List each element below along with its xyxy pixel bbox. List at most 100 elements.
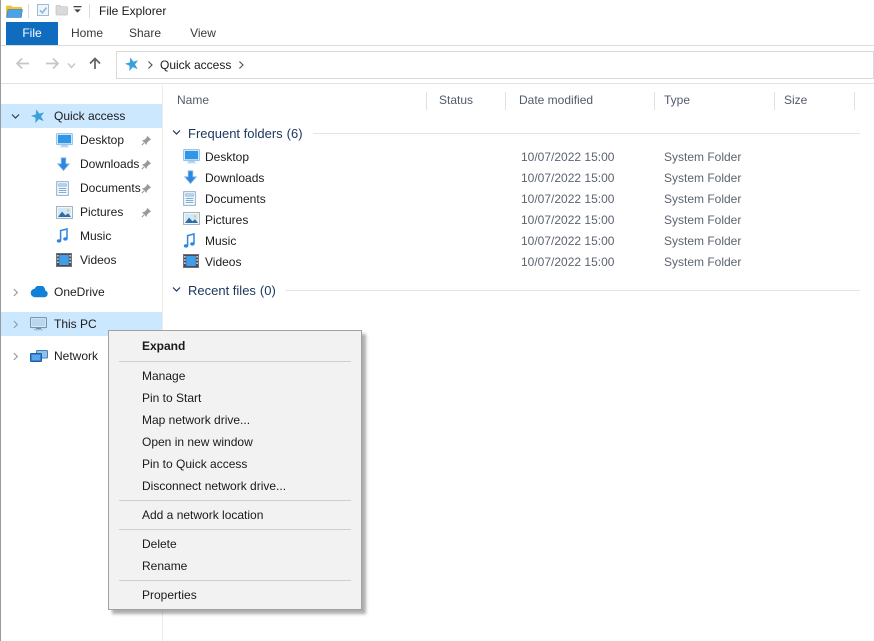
file-rows: Desktop10/07/2022 15:00System FolderDown…	[163, 147, 874, 273]
breadcrumb-quick-access[interactable]: Quick access	[160, 58, 231, 72]
menu-item-open-in-new-window[interactable]: Open in new window	[109, 431, 361, 453]
forward-arrow-icon	[44, 56, 61, 74]
onedrive-icon	[30, 286, 49, 298]
sidebar-item-music[interactable]: Music	[1, 224, 162, 248]
column-separator[interactable]	[505, 92, 506, 110]
chevron-right-icon[interactable]	[8, 351, 22, 362]
sidebar-item-documents[interactable]: Documents	[1, 176, 162, 200]
pin-icon	[141, 135, 152, 146]
back-button[interactable]	[13, 56, 31, 74]
group-header-frequent-folders[interactable]: Frequent folders (6)	[163, 124, 874, 142]
context-menu: Expand ManagePin to StartMap network driv…	[108, 330, 362, 610]
navigation-bar: Quick access	[1, 47, 874, 84]
tab-home[interactable]: Home	[58, 22, 116, 45]
sidebar-item-label: OneDrive	[54, 285, 105, 299]
file-row-downloads[interactable]: Downloads10/07/2022 15:00System Folder	[163, 168, 874, 189]
pin-icon	[141, 183, 152, 194]
file-name: Desktop	[205, 150, 249, 164]
titlebar-separator	[28, 4, 29, 18]
sidebar-item-pictures[interactable]: Pictures	[1, 200, 162, 224]
forward-button[interactable]	[43, 56, 61, 74]
menu-item-expand[interactable]: Expand	[109, 334, 361, 358]
column-separator[interactable]	[774, 92, 775, 110]
menu-item-rename[interactable]: Rename	[109, 555, 361, 577]
pin-icon	[141, 159, 152, 170]
sidebar-item-desktop[interactable]: Desktop	[1, 128, 162, 152]
column-header-name[interactable]: Name	[177, 93, 209, 107]
file-row-desktop[interactable]: Desktop10/07/2022 15:00System Folder	[163, 147, 874, 168]
sidebar-item-onedrive[interactable]: OneDrive	[1, 280, 162, 304]
file-row-videos[interactable]: Videos10/07/2022 15:00System Folder	[163, 252, 874, 273]
column-header-type[interactable]: Type	[664, 93, 690, 107]
tab-view[interactable]: View	[174, 22, 232, 45]
file-name: Pictures	[205, 213, 248, 227]
sidebar-item-videos[interactable]: Videos	[1, 248, 162, 272]
file-type: System Folder	[664, 213, 741, 227]
menu-separator	[119, 529, 351, 530]
customize-quick-access-toolbar-button[interactable]	[70, 2, 84, 20]
menu-item-add-a-network-location[interactable]: Add a network location	[109, 504, 361, 526]
menu-item-delete[interactable]: Delete	[109, 533, 361, 555]
new-folder-button[interactable]	[52, 2, 70, 20]
column-header-row: Name Status Date modified Type Size	[163, 90, 874, 112]
group-label: Recent files	[188, 283, 256, 298]
ribbon-tab-bar: File Home Share View	[1, 22, 874, 46]
tab-file[interactable]: File	[6, 22, 58, 45]
chevron-right-icon[interactable]	[8, 287, 22, 298]
file-row-music[interactable]: Music10/07/2022 15:00System Folder	[163, 231, 874, 252]
menu-item-manage[interactable]: Manage	[109, 365, 361, 387]
file-row-pictures[interactable]: Pictures10/07/2022 15:00System Folder	[163, 210, 874, 231]
sidebar-item-label: Documents	[80, 181, 141, 195]
column-separator[interactable]	[854, 92, 855, 110]
group-count: (6)	[287, 126, 303, 141]
tab-share[interactable]: Share	[116, 22, 174, 45]
column-separator[interactable]	[654, 92, 655, 110]
menu-item-pin-to-quick-access[interactable]: Pin to Quick access	[109, 453, 361, 475]
file-explorer-window: File Explorer File Home Share View Quick…	[0, 0, 874, 641]
chevron-down-icon[interactable]	[8, 111, 22, 122]
menu-item-pin-to-start[interactable]: Pin to Start	[109, 387, 361, 409]
file-type: System Folder	[664, 234, 741, 248]
column-header-size[interactable]: Size	[784, 93, 807, 107]
sidebar-item-quick-access[interactable]: Quick access	[1, 104, 162, 128]
sidebar-item-label: Pictures	[80, 205, 123, 219]
toolbar-dropdown-icon	[72, 5, 83, 17]
menu-item-disconnect-network-drive[interactable]: Disconnect network drive...	[109, 475, 361, 497]
file-type: System Folder	[664, 192, 741, 206]
music-icon	[183, 233, 196, 252]
menu-separator	[119, 580, 351, 581]
videos-icon	[56, 253, 75, 267]
column-header-date-modified[interactable]: Date modified	[519, 93, 593, 107]
file-type: System Folder	[664, 171, 741, 185]
group-rule	[313, 133, 860, 134]
file-name: Videos	[205, 255, 241, 269]
column-header-status[interactable]: Status	[439, 93, 473, 107]
address-bar[interactable]: Quick access	[116, 51, 874, 79]
group-header-recent-files[interactable]: Recent files (0)	[163, 281, 874, 299]
breadcrumb-chevron-icon[interactable]	[146, 60, 154, 70]
sidebar-item-label: Quick access	[54, 109, 125, 123]
up-button[interactable]	[86, 56, 104, 74]
quick-access-star-icon	[124, 56, 140, 75]
breadcrumb-chevron-icon[interactable]	[237, 60, 245, 70]
group-rule	[286, 290, 860, 291]
menu-item-map-network-drive[interactable]: Map network drive...	[109, 409, 361, 431]
properties-button[interactable]	[34, 2, 52, 20]
history-dropdown-icon	[67, 58, 76, 72]
group-count: (0)	[260, 283, 276, 298]
sidebar-item-label: This PC	[54, 317, 97, 331]
chevron-down-icon	[171, 283, 182, 298]
recent-locations-button[interactable]	[65, 58, 77, 72]
documents-icon	[56, 181, 75, 196]
network-icon	[30, 350, 49, 363]
file-row-documents[interactable]: Documents10/07/2022 15:00System Folder	[163, 189, 874, 210]
sidebar-item-downloads[interactable]: Downloads	[1, 152, 162, 176]
menu-item-properties[interactable]: Properties	[109, 584, 361, 606]
desktop-icon	[183, 149, 200, 167]
pictures-icon	[183, 212, 200, 228]
file-date-modified: 10/07/2022 15:00	[521, 150, 614, 164]
chevron-right-icon[interactable]	[8, 319, 22, 330]
chevron-down-icon	[171, 126, 182, 141]
music-icon	[56, 228, 75, 244]
column-separator[interactable]	[426, 92, 427, 110]
